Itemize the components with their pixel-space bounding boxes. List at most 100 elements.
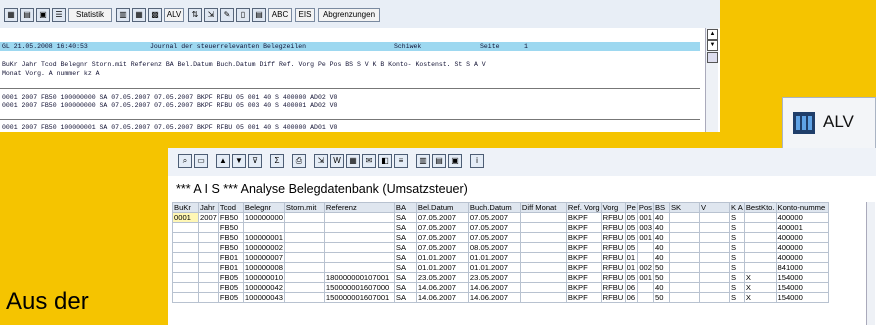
export-icon[interactable]: ⇲ xyxy=(204,8,218,22)
table-row[interactable]: FB50 100000002 SA 07.05.2007 08.05.2007 BKPF R… xyxy=(172,242,829,253)
table-cell xyxy=(172,242,199,253)
abc-button[interactable]: ABC xyxy=(268,8,292,22)
export-icon[interactable]: ⇲ xyxy=(314,154,328,168)
scroll-up-icon[interactable]: ▲ xyxy=(707,29,718,40)
report-scrollbar[interactable]: ▲ ▼ xyxy=(705,28,718,132)
alv-scrollbar[interactable] xyxy=(866,202,875,325)
table-row[interactable]: FB01 100000008 SA 01.01.2007 01.01.2007 BKPF R… xyxy=(172,262,829,273)
table-icon[interactable]: ▦ xyxy=(132,8,146,22)
table-cell xyxy=(698,212,730,223)
graphic-icon[interactable]: ◧ xyxy=(378,154,392,168)
table-cell: 100000010 xyxy=(242,272,285,283)
table-cell xyxy=(743,232,777,243)
abgrenzungen-button[interactable]: Abgrenzungen xyxy=(318,8,380,22)
table-cell: S xyxy=(728,242,745,253)
report-row[interactable]: 0001 2007 FB50 100000000 SA 07.05.2007 0… xyxy=(2,94,337,101)
column-header[interactable]: V xyxy=(698,202,730,213)
table-row[interactable]: FB50 SA 07.05.2007 07.05.2007 BKPF RFBU 05 003 4… xyxy=(172,222,829,233)
column-header[interactable]: BestKto. xyxy=(743,202,777,213)
word-icon[interactable]: W xyxy=(330,154,344,168)
layout-icon[interactable]: ▤ xyxy=(252,8,266,22)
overview-icon[interactable]: ☰ xyxy=(52,8,66,22)
abc-analysis-icon[interactable]: ≡ xyxy=(394,154,408,168)
table-cell xyxy=(519,262,567,273)
report-row[interactable]: 0001 2007 FB50 100000000 SA 07.05.2007 0… xyxy=(2,102,337,109)
spreadsheet-icon[interactable]: ▦ xyxy=(346,154,360,168)
column-header[interactable]: Pos xyxy=(636,202,654,213)
mail-icon[interactable]: ✉ xyxy=(362,154,376,168)
table-row[interactable]: FB05 100000043 150000001607001 SA 14.06.2007… xyxy=(172,292,829,303)
table-cell xyxy=(519,292,567,303)
details-icon[interactable]: ⌕ xyxy=(178,154,192,168)
eis-button[interactable]: EIS xyxy=(295,8,315,22)
table-cell xyxy=(668,292,700,303)
table-cell: FB01 xyxy=(217,262,244,273)
alv-button[interactable]: ALV xyxy=(164,8,184,22)
column-header[interactable]: SK xyxy=(668,202,700,213)
column-header[interactable]: Bel.Datum xyxy=(415,202,469,213)
table-cell: BKPF xyxy=(565,282,602,293)
table-cell: X xyxy=(743,292,777,303)
column-header[interactable]: Belegnr xyxy=(242,202,285,213)
table-cell: 154000 xyxy=(775,272,829,283)
info-icon[interactable]: i xyxy=(470,154,484,168)
column-header[interactable]: Pe xyxy=(624,202,638,213)
filter-icon[interactable]: ⊽ xyxy=(248,154,262,168)
table-cell xyxy=(172,272,199,283)
table-row[interactable]: FB50 100000001 SA 07.05.2007 07.05.2007 BKPF R… xyxy=(172,232,829,243)
scroll-thumb[interactable] xyxy=(707,52,718,63)
table-cell: RFBU xyxy=(600,282,626,293)
edit-icon[interactable]: ✎ xyxy=(220,8,234,22)
column-header[interactable]: BA xyxy=(393,202,417,213)
layout-icon[interactable]: ▥ xyxy=(416,154,430,168)
report-row[interactable]: 0001 2007 FB50 100000001 SA 07.05.2007 0… xyxy=(2,124,337,131)
column-header[interactable]: Diff Monat xyxy=(519,202,567,213)
column-header[interactable]: Vorg xyxy=(600,202,626,213)
sort-ascending-icon[interactable]: ▲ xyxy=(216,154,230,168)
column-header[interactable]: K A xyxy=(728,202,745,213)
table-cell: S xyxy=(728,292,745,303)
columns-icon[interactable]: ▯ xyxy=(236,8,250,22)
sort-icon[interactable]: ⇅ xyxy=(188,8,202,22)
alv-grid-icon[interactable]: ▩ xyxy=(148,8,162,22)
table-cell: 154000 xyxy=(775,282,829,293)
table-row[interactable]: FB05 100000042 150000001607000 SA 14.06.2007… xyxy=(172,282,829,293)
table-row[interactable]: FB01 100000007 SA 01.01.2007 01.01.2007 BKPF R… xyxy=(172,252,829,263)
table-cell xyxy=(743,242,777,253)
table-row[interactable]: FB05 100000010 180000000107001 SA 23.05.2007… xyxy=(172,272,829,283)
print-preview-icon[interactable]: ⎙ xyxy=(292,154,306,168)
column-header[interactable]: BuKr xyxy=(172,202,199,213)
table-cell: 150000001607000 xyxy=(323,282,395,293)
table-cell: 001 xyxy=(636,232,654,243)
select-all-icon[interactable]: ▦ xyxy=(4,8,18,22)
grid-icon[interactable]: ▥ xyxy=(116,8,130,22)
column-header[interactable]: Konto-numme xyxy=(775,202,829,213)
column-header[interactable]: Buch.Datum xyxy=(467,202,521,213)
column-header[interactable]: BS xyxy=(652,202,670,213)
column-header[interactable]: Jahr xyxy=(198,202,219,213)
table-row[interactable]: 0001 2007 FB50 100000000 SA 07.05.2007 07.05.2… xyxy=(172,212,829,223)
details-icon[interactable]: ▤ xyxy=(20,8,34,22)
column-header[interactable]: Storn.mit xyxy=(283,202,325,213)
column-header-row-1: BuKr Jahr Tcod Belegnr Storn.mit Referen… xyxy=(2,61,486,68)
table-cell: 06 xyxy=(624,292,638,303)
table-cell: 50 xyxy=(652,262,670,273)
table-cell: S xyxy=(728,232,745,243)
select-icon[interactable]: ▭ xyxy=(194,154,208,168)
sum-icon[interactable]: Σ xyxy=(270,154,284,168)
column-header[interactable]: Referenz xyxy=(323,202,395,213)
save-layout-icon[interactable]: ▣ xyxy=(448,154,462,168)
statistik-button[interactable]: Statistik xyxy=(68,8,112,22)
print-icon[interactable]: ▣ xyxy=(36,8,50,22)
column-header[interactable]: Tcod xyxy=(217,202,244,213)
table-cell: 100000002 xyxy=(242,242,285,253)
scroll-down-icon[interactable]: ▼ xyxy=(707,40,718,51)
table-cell: BKPF xyxy=(565,272,602,283)
table-cell: RFBU xyxy=(600,272,626,283)
column-header[interactable]: Ref. Vorg xyxy=(565,202,602,213)
table-cell: FB50 xyxy=(217,212,244,223)
alv-button-zoom[interactable]: ALV xyxy=(782,97,876,149)
table-cell: 40 xyxy=(652,242,670,253)
change-layout-icon[interactable]: ▤ xyxy=(432,154,446,168)
sort-descending-icon[interactable]: ▼ xyxy=(232,154,246,168)
